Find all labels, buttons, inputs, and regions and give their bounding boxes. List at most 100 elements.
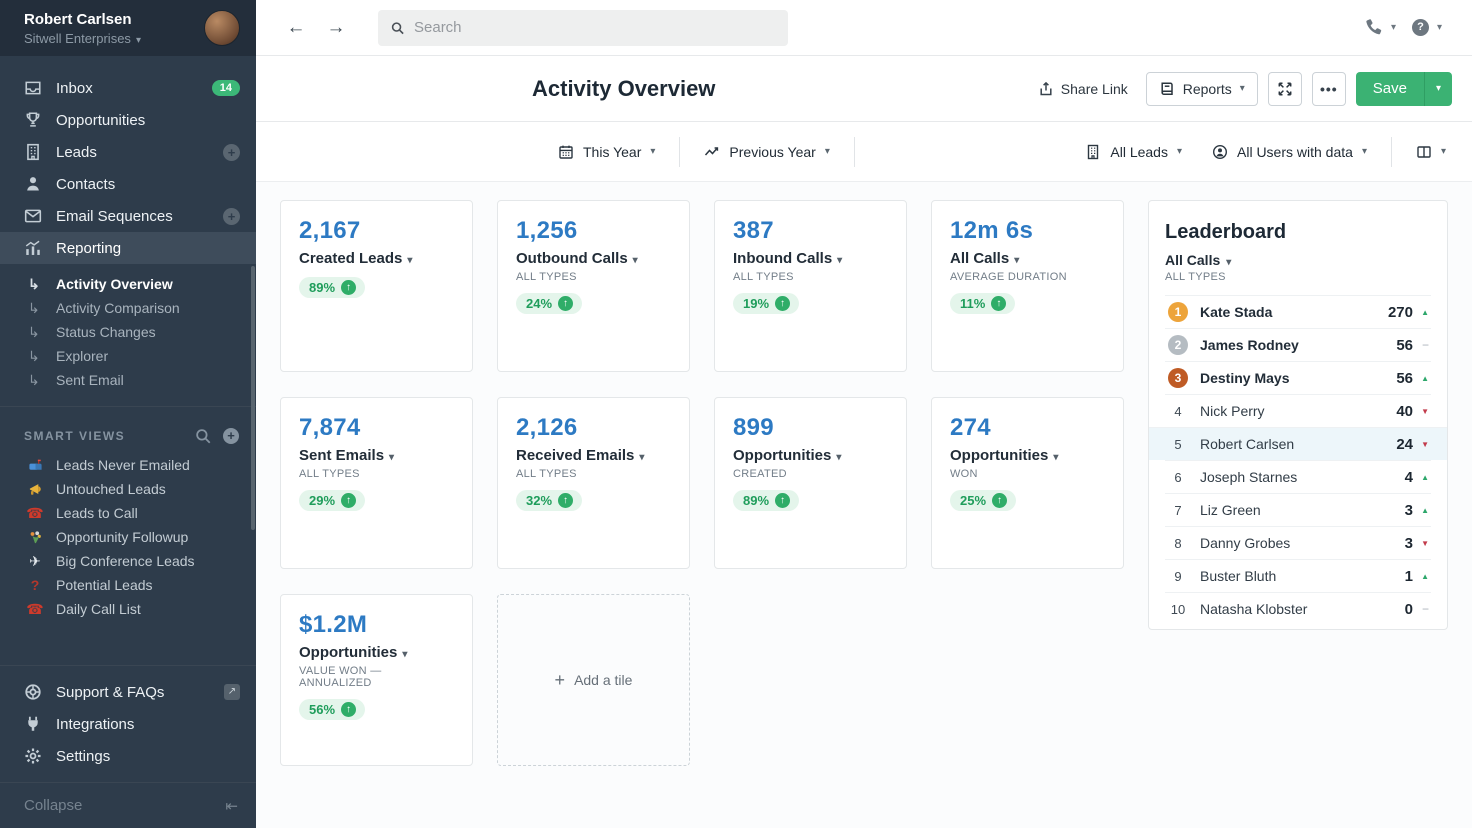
tile-all-calls-duration: 12m 6s All Calls▾ AVERAGE DURATION 11%↑ — [931, 200, 1124, 372]
smart-view-label: Leads to Call — [56, 505, 138, 521]
sidebar-item-contacts[interactable]: Contacts — [0, 168, 256, 200]
reports-dropdown-button[interactable]: Reports ▾ — [1146, 72, 1258, 106]
tile-metric-dropdown[interactable]: Opportunities▾ — [950, 447, 1105, 464]
subnav-activity-overview[interactable]: ↳Activity Overview — [0, 272, 256, 296]
red-phone-icon: ☎ — [26, 505, 44, 522]
tile-subtitle: WON — [950, 468, 1105, 480]
add-lead-icon[interactable]: + — [223, 144, 240, 161]
smart-view-untouched-leads[interactable]: Untouched Leads — [0, 477, 256, 501]
smart-view-leads-never-emailed[interactable]: Leads Never Emailed — [0, 453, 256, 477]
forward-button[interactable]: → — [324, 16, 348, 40]
sidebar-item-inbox[interactable]: Inbox 14 — [0, 72, 256, 104]
save-button[interactable]: Save — [1356, 72, 1424, 106]
help-icon[interactable]: ? — [1412, 19, 1429, 36]
chevron-down-icon[interactable]: ▾ — [1437, 22, 1442, 33]
tile-subtitle: VALUE WON — ANNUALIZED — [299, 665, 454, 689]
leaderboard-row[interactable]: 8 Danny Grobes 3 ▼ — [1165, 526, 1431, 559]
search-box[interactable] — [378, 10, 788, 46]
leaderboard-row[interactable]: 7 Liz Green 3 ▲ — [1165, 493, 1431, 526]
comparison-filter[interactable]: Previous Year ▾ — [702, 144, 831, 160]
smart-view-daily-call-list[interactable]: ☎ Daily Call List — [0, 597, 256, 621]
subnav-activity-comparison[interactable]: ↳Activity Comparison — [0, 296, 256, 320]
inbox-icon — [24, 79, 42, 97]
subnav-explorer[interactable]: ↳Explorer — [0, 344, 256, 368]
arrow-up-icon: ↑ — [775, 296, 790, 311]
sidebar: Robert Carlsen Sitwell Enterprises▾ Inbo… — [0, 0, 256, 828]
account-switcher[interactable]: Robert Carlsen Sitwell Enterprises▾ — [0, 0, 256, 56]
delta-badge: 89%↑ — [733, 490, 799, 511]
smart-view-leads-to-call[interactable]: ☎ Leads to Call — [0, 501, 256, 525]
sidebar-item-reporting[interactable]: Reporting — [0, 232, 256, 264]
leaderboard-row[interactable]: 2 James Rodney 56 − — [1165, 328, 1431, 361]
sidebar-scrollbar[interactable] — [251, 266, 255, 530]
leaderboard-row[interactable]: 1 Kate Stada 270 ▲ — [1165, 295, 1431, 328]
users-filter[interactable]: All Users with data ▾ — [1210, 144, 1369, 160]
sidebar-item-settings[interactable]: Settings — [0, 740, 256, 772]
tile-outbound-calls: 1,256 Outbound Calls▾ ALL TYPES 24%↑ — [497, 200, 690, 372]
tile-metric-dropdown[interactable]: Received Emails▾ — [516, 447, 671, 464]
search-input[interactable] — [414, 19, 776, 36]
avatar[interactable] — [204, 10, 240, 46]
trend-up-icon: ▲ — [1413, 506, 1429, 515]
trend-down-icon: ▼ — [1413, 539, 1429, 548]
add-tile-button[interactable]: + Add a tile — [497, 594, 690, 766]
sidebar-item-label: Opportunities — [56, 112, 145, 129]
sidebar-item-integrations[interactable]: Integrations — [0, 708, 256, 740]
tile-metric-dropdown[interactable]: Inbound Calls▾ — [733, 250, 888, 267]
life-ring-icon — [24, 683, 42, 701]
tile-metric-dropdown[interactable]: Opportunities▾ — [299, 644, 454, 661]
phone-icon[interactable] — [1363, 18, 1383, 38]
divider — [679, 137, 680, 167]
tile-metric-dropdown[interactable]: Created Leads▾ — [299, 250, 454, 267]
leads-filter[interactable]: All Leads ▾ — [1083, 144, 1184, 160]
back-button[interactable]: ← — [284, 16, 308, 40]
smart-view-big-conference-leads[interactable]: ✈ Big Conference Leads — [0, 549, 256, 573]
leaderboard-row[interactable]: 9 Buster Bluth 1 ▲ — [1165, 559, 1431, 592]
date-range-filter[interactable]: This Year ▾ — [556, 144, 657, 160]
share-link-label: Share Link — [1061, 81, 1128, 97]
tile-value: $1.2M — [299, 611, 454, 639]
leaderboard-row[interactable]: 4 Nick Perry 40 ▼ — [1165, 394, 1431, 427]
tile-value: 899 — [733, 414, 888, 442]
tile-metric-dropdown[interactable]: Opportunities▾ — [733, 447, 888, 464]
search-icon[interactable] — [194, 427, 212, 445]
sidebar-scroll-area: Inbox 14 Opportunities Leads + Contacts … — [0, 56, 256, 665]
reports-label: Reports — [1183, 81, 1232, 97]
sidebar-item-label: Reporting — [56, 240, 121, 257]
leaderboard-row[interactable]: 3 Destiny Mays 56 ▲ — [1165, 361, 1431, 394]
smart-views-header: SMART VIEWS + — [0, 417, 256, 453]
fullscreen-button[interactable] — [1268, 72, 1302, 106]
smart-view-opportunity-followup[interactable]: Opportunity Followup — [0, 525, 256, 549]
sidebar-item-support[interactable]: Support & FAQs ↗ — [0, 676, 256, 708]
smart-view-potential-leads[interactable]: ? Potential Leads — [0, 573, 256, 597]
collapse-sidebar-button[interactable]: Collapse ⇤ — [0, 782, 256, 828]
layout-columns-button[interactable]: ▾ — [1414, 144, 1448, 160]
leads-filter-value: All Leads — [1110, 144, 1168, 160]
save-dropdown-button[interactable]: ▾ — [1424, 72, 1452, 106]
columns-icon — [1416, 144, 1432, 160]
tile-subtitle: ALL TYPES — [733, 271, 888, 283]
sidebar-item-email-sequences[interactable]: Email Sequences + — [0, 200, 256, 232]
tile-metric-dropdown[interactable]: Sent Emails▾ — [299, 447, 454, 464]
add-smart-view-icon[interactable]: + — [222, 427, 240, 445]
main-area: ← → ▾ ? ▾ Activity Overview Share Link — [256, 0, 1472, 828]
chevron-down-icon: ▾ — [825, 146, 830, 157]
sidebar-item-opportunities[interactable]: Opportunities — [0, 104, 256, 136]
share-link-button[interactable]: Share Link — [1038, 81, 1128, 97]
tile-value: 1,256 — [516, 217, 671, 245]
add-sequence-icon[interactable]: + — [223, 208, 240, 225]
leaderboard-metric-dropdown[interactable]: All Calls▾ — [1165, 252, 1431, 268]
leaderboard-row[interactable]: 10 Natasha Klobster 0 − — [1165, 592, 1431, 625]
tile-subtitle: AVERAGE DURATION — [950, 271, 1105, 283]
leaderboard-row[interactable]: 6 Joseph Starnes 4 ▲ — [1165, 460, 1431, 493]
rank-number: 10 — [1167, 602, 1189, 617]
subnav-status-changes[interactable]: ↳Status Changes — [0, 320, 256, 344]
chevron-down-icon: ▾ — [837, 255, 842, 266]
sidebar-item-leads[interactable]: Leads + — [0, 136, 256, 168]
tile-metric-dropdown[interactable]: All Calls▾ — [950, 250, 1105, 267]
leaderboard-row-current-user[interactable]: 5 Robert Carlsen 24 ▼ — [1149, 427, 1447, 460]
subnav-sent-email[interactable]: ↳Sent Email — [0, 368, 256, 392]
more-options-button[interactable]: ••• — [1312, 72, 1346, 106]
chevron-down-icon[interactable]: ▾ — [1391, 22, 1396, 33]
tile-metric-dropdown[interactable]: Outbound Calls▾ — [516, 250, 671, 267]
